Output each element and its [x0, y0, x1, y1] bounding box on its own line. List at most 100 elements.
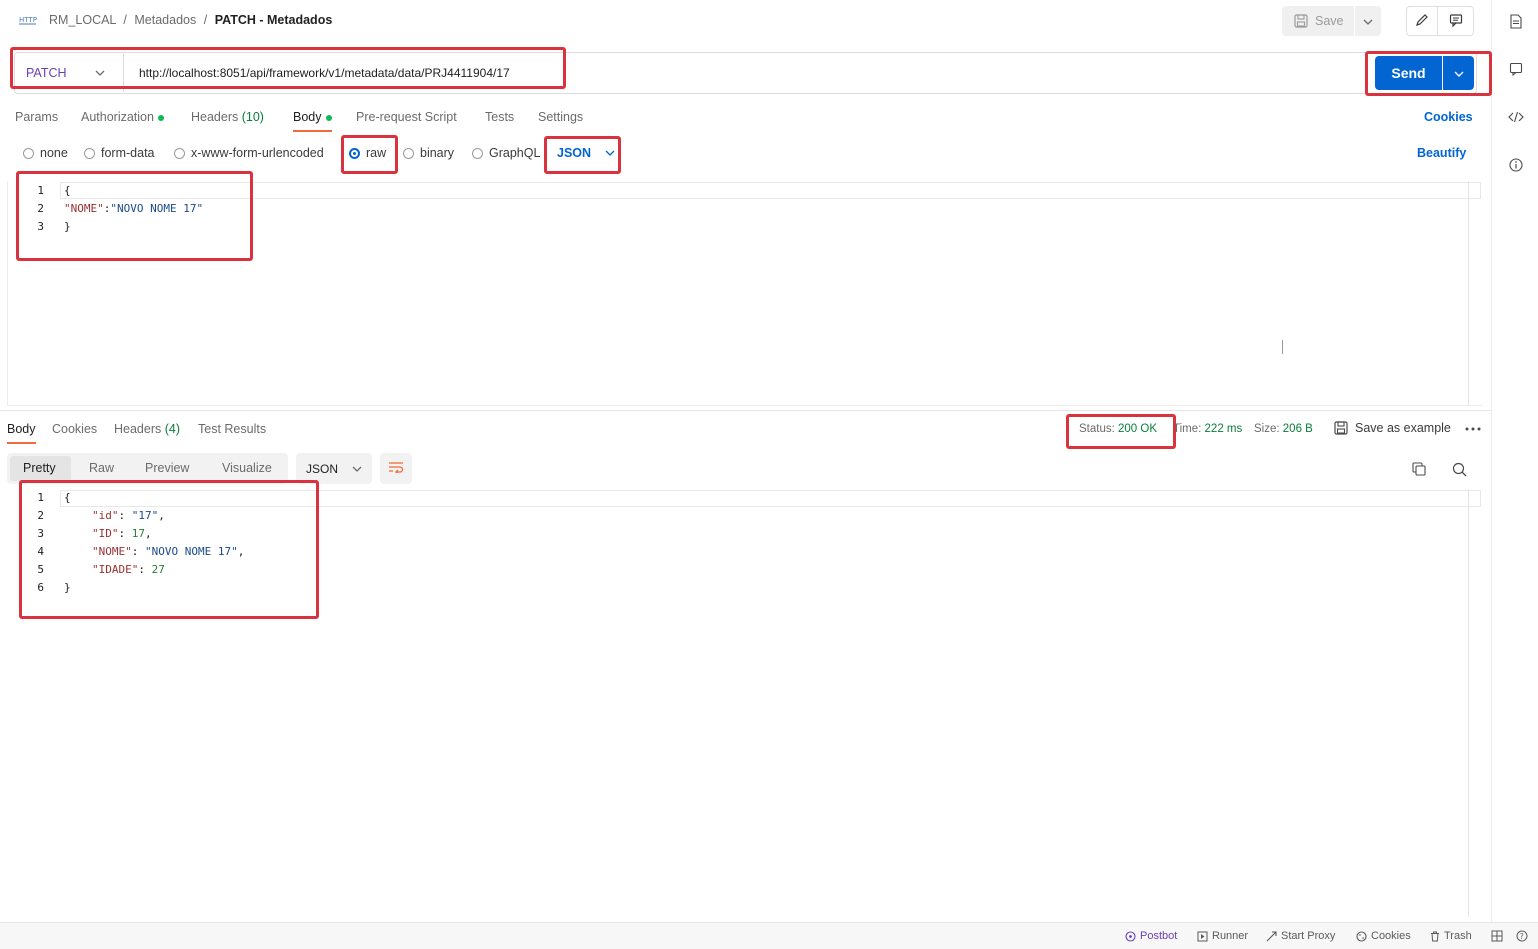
comments-button[interactable] [1438, 6, 1474, 36]
chevron-down-icon [1363, 14, 1373, 28]
tab-authorization[interactable]: Authorization [81, 110, 164, 124]
line-number: 2 [37, 202, 44, 215]
line-number: 1 [37, 184, 44, 197]
url-input[interactable]: http://localhost:8051/api/framework/v1/m… [139, 66, 510, 80]
method-label: PATCH [26, 66, 67, 80]
editor-scrollbar[interactable] [1468, 181, 1482, 406]
tab-headers[interactable]: Headers (10) [191, 110, 264, 124]
footer-cookies[interactable]: Cookies [1356, 930, 1411, 942]
cookie-icon [1356, 930, 1367, 942]
request-name[interactable]: PATCH - Metadados [215, 13, 333, 27]
response-time[interactable]: Time: 222 ms [1173, 423, 1242, 435]
wrap-lines-icon [388, 461, 404, 476]
response-status[interactable]: Status: 200 OK [1079, 423, 1157, 435]
line-number: 1 [37, 491, 44, 504]
save-as-example-button[interactable]: Save as example [1334, 421, 1451, 435]
layout-toggle-icon[interactable] [1490, 929, 1504, 943]
code-line: { [64, 184, 71, 197]
proxy-icon [1266, 930, 1277, 942]
view-mode-visualize[interactable]: Visualize [222, 461, 272, 475]
radio-circle [23, 147, 34, 159]
help-icon[interactable]: ? [1515, 929, 1529, 943]
save-icon [1334, 421, 1348, 435]
save-dropdown-button[interactable] [1355, 6, 1381, 36]
code-line: "ID": 17, [92, 527, 152, 540]
comment-icon[interactable] [1508, 60, 1524, 78]
svg-text:?: ? [1520, 932, 1524, 941]
chevron-down-icon [605, 150, 615, 156]
code-icon[interactable] [1506, 108, 1526, 126]
response-size[interactable]: Size: 206 B [1254, 423, 1313, 435]
footer-trash[interactable]: Trash [1430, 930, 1472, 942]
code-line: } [64, 220, 71, 233]
radio-raw[interactable]: raw [349, 146, 386, 160]
tab-body[interactable]: Body [293, 110, 332, 124]
breadcrumb-separator: / [203, 13, 208, 27]
tab-response-body[interactable]: Body [7, 422, 36, 436]
radio-none[interactable]: none [23, 146, 68, 160]
method-select[interactable]: PATCH [16, 54, 124, 92]
beautify-button[interactable]: Beautify [1417, 146, 1466, 160]
view-mode-raw[interactable]: Raw [89, 461, 114, 475]
tab-test-results[interactable]: Test Results [198, 422, 266, 436]
headers-count: (10) [241, 110, 264, 124]
tab-tests[interactable]: Tests [485, 110, 514, 124]
save-button[interactable]: Save [1282, 6, 1354, 36]
radio-x-www-form-urlencoded[interactable]: x-www-form-urlencoded [174, 146, 324, 160]
documentation-icon[interactable] [1508, 12, 1524, 30]
tab-params[interactable]: Params [15, 110, 58, 124]
cookies-link[interactable]: Cookies [1424, 110, 1473, 124]
footer-runner[interactable]: Runner [1197, 930, 1248, 942]
search-icon[interactable] [1450, 460, 1468, 478]
time-value: 222 ms [1204, 423, 1243, 435]
tab-response-headers[interactable]: Headers (4) [114, 422, 180, 436]
line-number: 5 [37, 563, 44, 576]
copy-icon[interactable] [1410, 460, 1428, 478]
breadcrumb-separator: / [123, 13, 127, 27]
radio-circle [84, 147, 95, 159]
send-dropdown-button[interactable] [1443, 56, 1474, 90]
line-number: 3 [37, 527, 44, 540]
code-line: "NOME": "NOVO NOME 17", [92, 545, 245, 558]
view-mode-preview[interactable]: Preview [145, 461, 189, 475]
code-line: { [64, 491, 71, 504]
radio-graphql[interactable]: GraphQL [472, 146, 540, 160]
active-indicator-dot [325, 114, 332, 121]
radio-form-data[interactable]: form-data [84, 146, 155, 160]
send-button[interactable]: Send [1375, 56, 1442, 90]
line-number: 4 [37, 545, 44, 558]
tab-response-body-underline [7, 442, 36, 444]
save-label: Save [1315, 14, 1344, 28]
response-format-select[interactable]: JSON [296, 453, 372, 484]
response-format-label: JSON [306, 461, 339, 476]
radio-binary[interactable]: binary [403, 146, 454, 160]
tab-response-cookies[interactable]: Cookies [52, 422, 97, 436]
info-icon[interactable] [1507, 156, 1525, 174]
footer-postbot[interactable]: Postbot [1125, 930, 1177, 942]
comment-icon [1449, 13, 1463, 30]
tab-settings[interactable]: Settings [538, 110, 583, 124]
tab-pre-request-script[interactable]: Pre-request Script [356, 110, 457, 124]
line-number: 3 [37, 220, 44, 233]
footer-start-proxy[interactable]: Start Proxy [1266, 930, 1335, 942]
pane-divider[interactable] [0, 410, 1491, 411]
chevron-down-icon [95, 70, 105, 76]
more-options-icon[interactable] [1464, 424, 1482, 434]
wrap-lines-button[interactable] [380, 453, 412, 484]
tab-body-underline [293, 130, 332, 132]
active-line-highlight [60, 182, 1481, 199]
body-language-select[interactable]: JSON [551, 140, 617, 166]
body-language-label: JSON [557, 146, 592, 160]
breadcrumb-collection[interactable]: RM_LOCAL [49, 13, 116, 27]
line-number: 2 [37, 509, 44, 522]
runner-icon [1197, 931, 1208, 942]
text-cursor-icon [1282, 340, 1284, 354]
response-scrollbar[interactable] [1468, 489, 1482, 917]
size-value: 206 B [1282, 423, 1313, 435]
trash-icon [1430, 931, 1440, 942]
breadcrumb-folder[interactable]: Metadados [134, 13, 196, 27]
edit-button[interactable] [1406, 6, 1438, 36]
code-line: "NOME":"NOVO NOME 17" [64, 202, 204, 215]
save-icon [1294, 14, 1308, 28]
request-body-editor[interactable] [7, 181, 1483, 406]
